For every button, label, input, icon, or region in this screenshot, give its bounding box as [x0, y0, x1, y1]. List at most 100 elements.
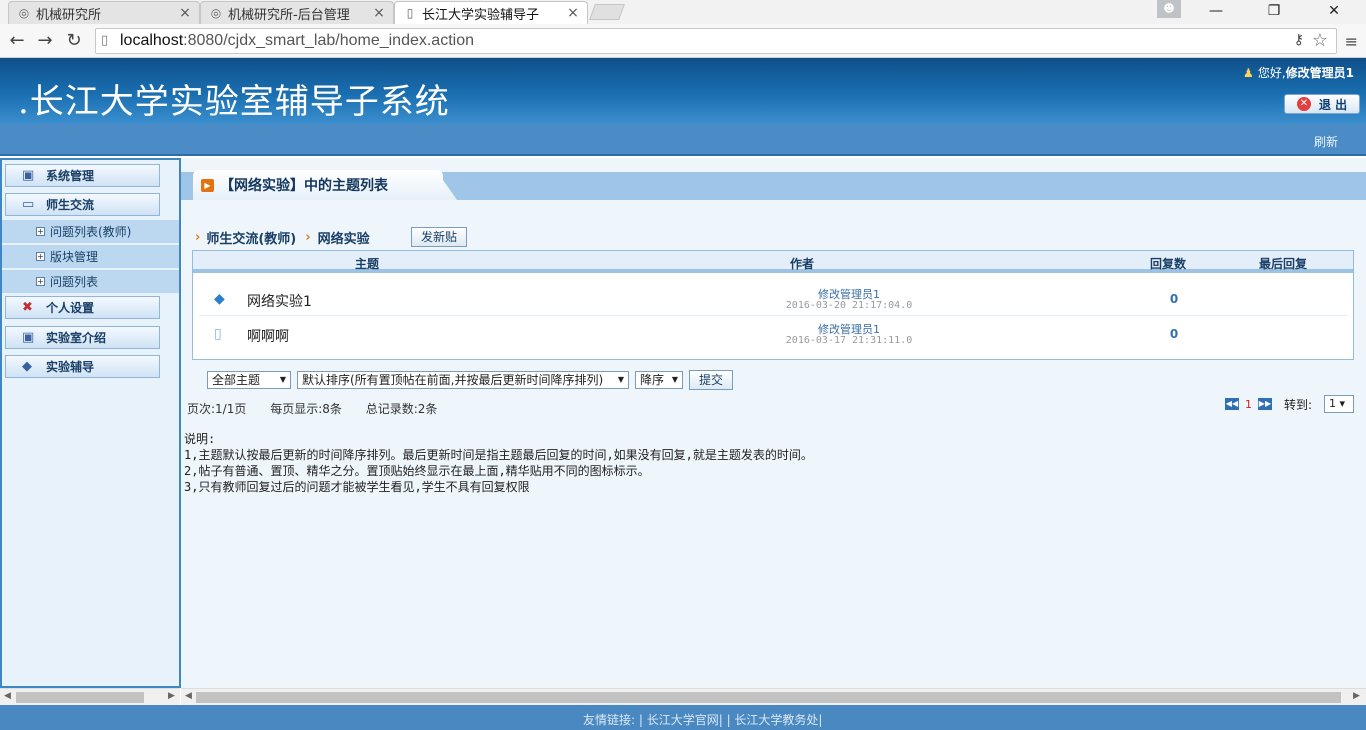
page-count: 页次:1/1页	[187, 402, 247, 416]
scroll-left-icon[interactable]: ◀	[185, 691, 192, 701]
table-row: ▯ 啊啊啊 修改管理员1 2016-03-17 21:31:11.0 0	[199, 316, 1347, 351]
browser-tab-title: 长江大学实验辅导子	[422, 7, 540, 23]
refresh-link[interactable]: 刷新	[1314, 133, 1338, 150]
sidebar-item-communication[interactable]: ▭ 师生交流	[5, 193, 160, 216]
scrollbar-thumb[interactable]	[16, 692, 144, 703]
profile-icon[interactable]: ☻	[1157, 0, 1181, 18]
topic-table: 主题 作者 回复数 最后回复 ◆ 网络实验1 修改管理员1 2016-03-20…	[192, 250, 1354, 360]
scrollbar-thumb[interactable]	[196, 692, 1341, 703]
sidebar-scrollbar[interactable]: ◀ ▶	[0, 688, 180, 705]
close-circle-icon: ✕	[1296, 97, 1311, 111]
goto-page-select[interactable]: 1 ▾	[1324, 395, 1354, 413]
app-header: .长江大学实验室辅导子系统 ♟ 您好,修改管理员1 ✕ 退 出	[0, 58, 1366, 124]
username[interactable]: 修改管理员1	[1286, 66, 1354, 80]
key-icon[interactable]: ⚷	[1294, 32, 1304, 48]
document-icon: ▯	[214, 326, 222, 342]
table-row: ◆ 网络实验1 修改管理员1 2016-03-20 21:17:04.0 0	[199, 281, 1347, 316]
reply-count: 0	[1169, 292, 1179, 306]
page-icon: ▯	[406, 6, 414, 20]
topic-time: 2016-03-17 21:31:11.0	[785, 335, 913, 346]
browser-tab-1[interactable]: ◎ 机械研究所 ×	[8, 1, 200, 24]
new-tab-button[interactable]	[589, 4, 625, 20]
reply-count: 0	[1169, 327, 1179, 341]
logout-button[interactable]: ✕ 退 出	[1284, 94, 1360, 114]
url-text: localhost:8080/cjdx_smart_lab/home_index…	[120, 32, 474, 49]
close-icon[interactable]: ×	[179, 5, 191, 21]
sidebar-subitem-board-management[interactable]: + 版块管理	[2, 245, 179, 269]
restore-icon[interactable]: ❐	[1254, 0, 1294, 24]
scroll-left-icon[interactable]: ◀	[4, 691, 11, 701]
star-icon[interactable]: ☆	[1312, 30, 1328, 51]
current-page[interactable]: 1	[1245, 398, 1252, 411]
globe-icon: ◎	[18, 6, 30, 20]
table-header: 主题 作者 回复数 最后回复	[193, 251, 1353, 273]
notes: 说明: 1,主题默认按最后更新的时间降序排列。最后更新时间是指主题最后回复的时间,…	[184, 431, 813, 495]
column-header-last-reply: 最后回复	[1259, 257, 1308, 271]
per-page: 每页显示:8条	[270, 402, 342, 416]
expand-icon: +	[36, 227, 45, 236]
main-content: ▶ 【网络实验】中的主题列表 › 师生交流(教师) › 网络实验 发新贴 主题 …	[181, 158, 1366, 688]
expand-icon: +	[36, 252, 45, 261]
note-line: 1,主题默认按最后更新的时间降序排列。最后更新时间是指主题最后回复的时间,如果没…	[184, 448, 813, 462]
breadcrumb-item-communication[interactable]: 师生交流(教师)	[206, 228, 296, 247]
back-icon[interactable]: ←	[6, 30, 28, 52]
content-scrollbar[interactable]: ◀ ▶	[181, 688, 1366, 705]
last-page-icon[interactable]: ▶▶	[1257, 398, 1272, 410]
sidebar: ▣ 系统管理 ▭ 师生交流 + 问题列表(教师) + 版块管理 + 问题列表 ✖ 个人设置 …	[0, 158, 181, 688]
goto-label: 转到:	[1283, 397, 1312, 412]
minimize-icon[interactable]: —	[1196, 0, 1236, 24]
browser-tab-title: 机械研究所-后台管理	[228, 7, 350, 23]
sidebar-item-lab-intro[interactable]: ▣ 实验室介绍	[5, 326, 160, 349]
user-icon: ♟	[1243, 66, 1254, 80]
breadcrumb: › 师生交流(教师) › 网络实验	[195, 228, 370, 247]
total-records: 总记录数:2条	[365, 402, 438, 416]
topic-title-link[interactable]: 啊啊啊	[247, 326, 289, 346]
sidebar-subitem-questions[interactable]: + 问题列表	[2, 270, 179, 294]
globe-icon: ◎	[210, 6, 222, 20]
sidebar-subitem-teacher-questions[interactable]: + 问题列表(教师)	[2, 220, 179, 244]
scroll-right-icon[interactable]: ▶	[1353, 691, 1360, 701]
pagination: ◀◀ 1 ▶▶ 转到: 1 ▾	[1224, 395, 1354, 413]
url-input[interactable]: ▯ localhost:8080/cjdx_smart_lab/home_ind…	[95, 28, 1337, 54]
sidebar-item-personal-settings[interactable]: ✖ 个人设置	[5, 296, 160, 319]
footer: 友情链接: | 长江大学官网| | 长江大学教务处|	[0, 705, 1366, 730]
user-greeting: ♟ 您好,修改管理员1	[1243, 66, 1354, 80]
scroll-right-icon[interactable]: ▶	[168, 691, 175, 701]
footer-links[interactable]: 友情链接: | 长江大学官网| | 长江大学教务处|	[583, 711, 822, 728]
close-icon[interactable]: ×	[567, 5, 579, 21]
breadcrumb-item-network-lab[interactable]: 网络实验	[318, 228, 370, 247]
column-header-replies: 回复数	[1150, 257, 1187, 271]
new-post-button[interactable]: 发新贴	[411, 227, 467, 247]
sort-select[interactable]: 默认排序(所有置顶帖在前面,并按最后更新时间降序排列) ▼	[297, 371, 629, 389]
window-close-icon[interactable]: ✕	[1314, 0, 1354, 24]
submit-button[interactable]: 提交	[689, 370, 733, 390]
sidebar-item-lab-tutoring[interactable]: ◆ 实验辅导	[5, 355, 160, 378]
note-line: 2,帖子有普通、置顶、精华之分。置顶贴始终显示在最上面,精华贴用不同的图标标示。	[184, 464, 650, 478]
menu-icon[interactable]: ≡	[1345, 32, 1358, 51]
play-icon: ▶	[201, 178, 214, 192]
topic-title-link[interactable]: 网络实验1	[247, 291, 312, 311]
note-line: 3,只有教师回复过后的问题才能被学生看见,学生不具有回复权限	[184, 480, 530, 494]
first-page-icon[interactable]: ◀◀	[1224, 398, 1239, 410]
content-tab-title: 【网络实验】中的主题列表	[220, 178, 388, 194]
topic-filter-select[interactable]: 全部主题 ▼	[207, 371, 291, 389]
reload-icon[interactable]: ↻	[63, 30, 85, 52]
close-icon[interactable]: ×	[373, 5, 385, 21]
expand-icon: +	[36, 277, 45, 286]
tools-icon: ✖	[22, 300, 33, 315]
browser-tab-2[interactable]: ◎ 机械研究所-后台管理 ×	[200, 1, 394, 24]
book-icon: ◆	[22, 359, 32, 374]
browser-tab-3[interactable]: ▯ 长江大学实验辅导子 ×	[394, 1, 588, 24]
content-tab: ▶ 【网络实验】中的主题列表	[193, 170, 443, 200]
column-header-author: 作者	[790, 257, 815, 271]
browser-tabbar: ◎ 机械研究所 × ◎ 机械研究所-后台管理 × ▯ 长江大学实验辅导子 × ☻…	[0, 0, 1366, 24]
order-select[interactable]: 降序 ▼	[635, 371, 683, 389]
forward-icon[interactable]: →	[34, 30, 56, 52]
page-info: 页次:1/1页 每页显示:8条 总记录数:2条	[187, 400, 457, 417]
cube-icon: ▣	[22, 330, 35, 345]
sidebar-item-system[interactable]: ▣ 系统管理	[5, 164, 160, 187]
browser-tab-title: 机械研究所	[36, 7, 102, 23]
page-icon: ▯	[101, 33, 109, 48]
filter-bar: 全部主题 ▼ 默认排序(所有置顶帖在前面,并按最后更新时间降序排列) ▼ 降序 ▼ 提…	[207, 370, 733, 390]
chevron-right-icon: ›	[305, 230, 311, 245]
